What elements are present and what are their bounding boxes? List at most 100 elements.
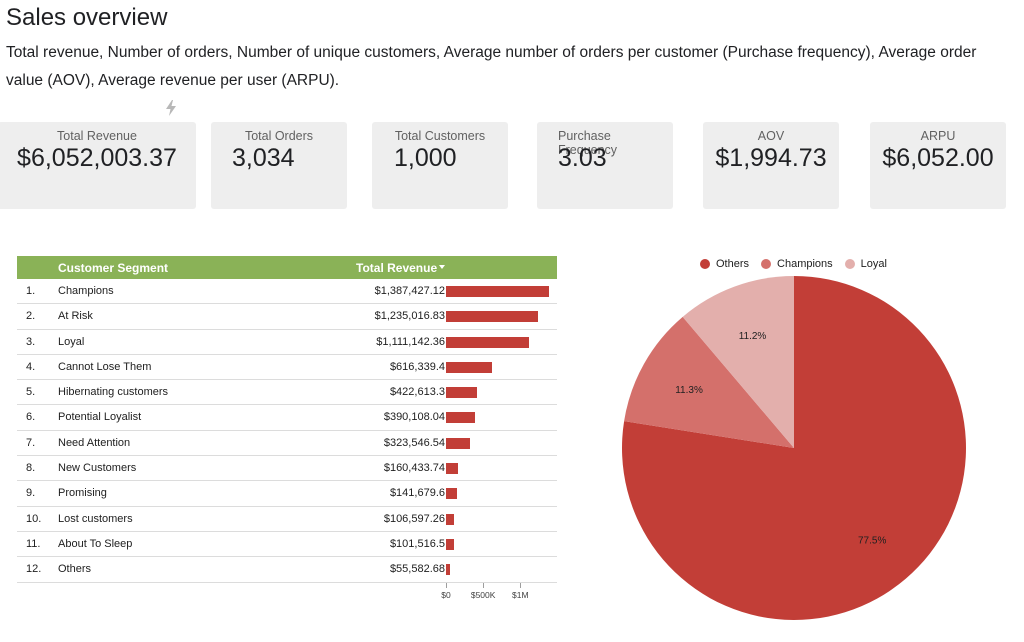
axis-tick bbox=[446, 582, 447, 588]
kpi-label: AOV bbox=[757, 129, 785, 143]
table-row[interactable]: 1. Champions $1,387,427.12 bbox=[17, 279, 557, 305]
revenue-value: $160,433.74 bbox=[383, 462, 445, 475]
row-index: 11. bbox=[26, 537, 41, 550]
segment-name: At Risk bbox=[58, 310, 93, 323]
row-index: 6. bbox=[26, 411, 36, 424]
axis-tick-label: $0 bbox=[441, 589, 451, 600]
legend-item-others[interactable]: Others bbox=[700, 258, 749, 270]
table-row[interactable]: 11. About To Sleep $101,516.5 bbox=[17, 532, 557, 558]
segment-name: Loyal bbox=[58, 335, 85, 348]
kpi-total-orders[interactable]: Total Orders 3,034 bbox=[211, 122, 347, 209]
row-index: 2. bbox=[26, 310, 36, 323]
kpi-arpu[interactable]: ARPU $6,052.00 bbox=[870, 122, 1006, 209]
revenue-bar bbox=[446, 538, 454, 550]
bar-axis: $0 $500K $1M bbox=[17, 582, 557, 605]
revenue-bar bbox=[446, 564, 451, 576]
segment-revenue-table: Customer Segment Total Revenue 1. Champio… bbox=[17, 256, 557, 605]
revenue-value: $106,597.26 bbox=[383, 512, 445, 525]
revenue-value: $1,111,142.36 bbox=[376, 335, 445, 348]
table-row[interactable]: 6. Potential Loyalist $390,108.04 bbox=[17, 405, 557, 431]
kpi-value: 3,034 bbox=[232, 144, 295, 172]
revenue-bar bbox=[446, 513, 454, 525]
legend-item-champions[interactable]: Champions bbox=[761, 258, 833, 270]
kpi-value: $1,994.73 bbox=[715, 144, 827, 172]
kpi-total-revenue[interactable]: Total Revenue $6,052,003.37 bbox=[0, 122, 196, 209]
axis-tick bbox=[520, 582, 522, 588]
segment-name: Need Attention bbox=[58, 436, 131, 449]
kpi-label: Total Orders bbox=[244, 129, 314, 143]
axis-tick bbox=[483, 582, 485, 588]
row-index: 12. bbox=[26, 563, 42, 576]
sort-descending-icon[interactable] bbox=[439, 265, 445, 269]
revenue-bar bbox=[446, 412, 475, 424]
revenue-value: $323,546.54 bbox=[383, 436, 445, 449]
pie-legend: Others Champions Loyal bbox=[700, 258, 899, 270]
legend-label: Loyal bbox=[860, 258, 887, 270]
kpi-aov[interactable]: AOV $1,994.73 bbox=[703, 122, 839, 209]
kpi-label: ARPU bbox=[920, 129, 956, 143]
page-title: Sales overview bbox=[6, 4, 168, 31]
revenue-share-pie-chart: 77.5% 11.3% 11.2% bbox=[622, 276, 966, 620]
table-row[interactable]: 12. Others $55,582.68 bbox=[17, 557, 557, 583]
segment-name: Champions bbox=[58, 285, 114, 297]
kpi-purchase-frequency[interactable]: Purchase Frequency 3.03 bbox=[537, 122, 673, 209]
segment-name: About To Sleep bbox=[58, 537, 133, 550]
legend-label: Champions bbox=[777, 258, 833, 270]
legend-dot bbox=[761, 259, 772, 269]
revenue-bar bbox=[446, 361, 492, 373]
pie-slice-label: 77.5% bbox=[858, 536, 886, 547]
kpi-value: 3.03 bbox=[558, 144, 607, 172]
revenue-bar bbox=[446, 311, 538, 323]
pie-slice-label: 11.2% bbox=[739, 331, 767, 342]
segment-name: Hibernating customers bbox=[58, 386, 169, 399]
column-header-revenue[interactable]: Total Revenue bbox=[356, 261, 437, 275]
revenue-value: $616,339.4 bbox=[389, 360, 445, 373]
revenue-value: $422,613.3 bbox=[389, 386, 445, 399]
page-description: Total revenue, Number of orders, Number … bbox=[6, 44, 977, 89]
kpi-value: $6,052,003.37 bbox=[17, 144, 177, 172]
legend-item-loyal[interactable]: Loyal bbox=[844, 258, 887, 270]
table-row[interactable]: 3. Loyal $1,111,142.36 bbox=[17, 330, 557, 355]
revenue-value: $101,516.5 bbox=[389, 537, 445, 550]
revenue-value: $141,679.6 bbox=[389, 487, 445, 500]
row-index: 10. bbox=[26, 512, 42, 525]
lightning-bolt-icon[interactable] bbox=[164, 100, 178, 116]
row-index: 3. bbox=[26, 335, 36, 348]
axis-tick-label: $1M bbox=[512, 589, 529, 600]
kpi-label: Total Customers bbox=[394, 129, 486, 143]
row-index: 1. bbox=[26, 285, 36, 297]
row-index: 4. bbox=[26, 360, 36, 373]
table-row[interactable]: 2. At Risk $1,235,016.83 bbox=[17, 304, 557, 330]
table-row[interactable]: 8. New Customers $160,433.74 bbox=[17, 456, 557, 482]
row-index: 8. bbox=[26, 462, 36, 475]
legend-dot bbox=[700, 259, 710, 269]
revenue-bar bbox=[446, 336, 529, 348]
row-index: 7. bbox=[26, 436, 36, 449]
revenue-bar bbox=[446, 437, 471, 449]
revenue-bar bbox=[446, 463, 458, 475]
segment-name: Promising bbox=[58, 487, 107, 500]
revenue-value: $1,387,427.12 bbox=[374, 285, 445, 297]
table-header: Customer Segment Total Revenue bbox=[17, 256, 557, 279]
kpi-label: Total Revenue bbox=[57, 129, 137, 143]
table-row[interactable]: 9. Promising $141,679.6 bbox=[17, 481, 557, 507]
segment-name: Potential Loyalist bbox=[58, 411, 142, 424]
row-index: 5. bbox=[26, 386, 36, 399]
revenue-value: $55,582.68 bbox=[389, 563, 445, 576]
table-row[interactable]: 4. Cannot Lose Them $616,339.4 bbox=[17, 355, 557, 381]
table-row[interactable]: 5. Hibernating customers $422,613.3 bbox=[17, 380, 557, 406]
column-header-segment[interactable]: Customer Segment bbox=[58, 261, 168, 275]
axis-tick-label: $500K bbox=[470, 589, 496, 600]
kpi-value: $6,052.00 bbox=[882, 144, 994, 172]
revenue-bar bbox=[446, 488, 457, 500]
revenue-value: $1,235,016.83 bbox=[374, 310, 445, 323]
table-row[interactable]: 7. Need Attention $323,546.54 bbox=[17, 431, 557, 457]
legend-label: Others bbox=[716, 258, 750, 270]
kpi-value: 1,000 bbox=[394, 144, 457, 172]
revenue-value: $390,108.04 bbox=[383, 411, 445, 424]
segment-name: Lost customers bbox=[58, 512, 133, 525]
legend-dot bbox=[844, 259, 855, 269]
pie-slice-label: 11.3% bbox=[675, 385, 703, 396]
table-row[interactable]: 10. Lost customers $106,597.26 bbox=[17, 507, 557, 532]
kpi-total-customers[interactable]: Total Customers 1,000 bbox=[372, 122, 508, 209]
